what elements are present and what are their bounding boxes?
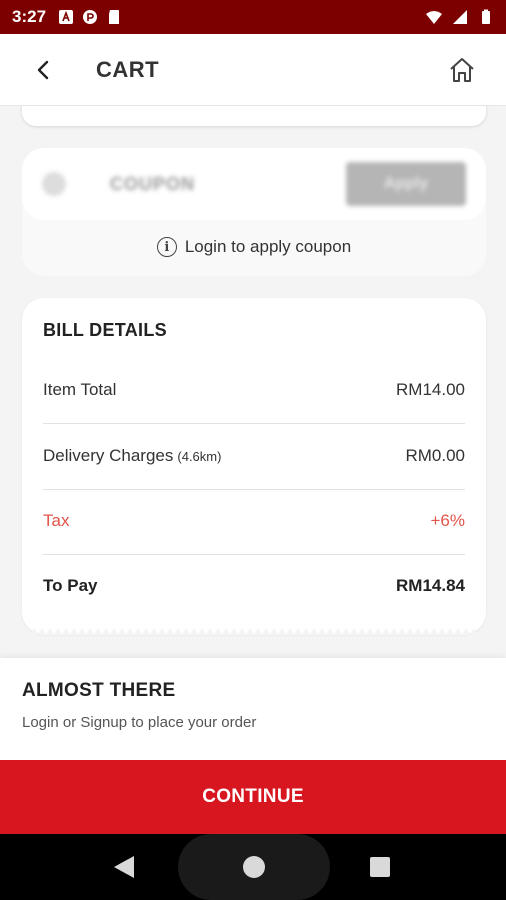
bill-value: RM0.00 [405, 446, 465, 465]
login-to-apply-coupon[interactable]: i Login to apply coupon [22, 232, 486, 262]
login-prompt-sheet: ALMOST THERE Login or Signup to place yo… [0, 658, 506, 760]
bill-label: Tax [43, 511, 70, 530]
status-icons-right [426, 9, 494, 25]
bill-details-card: BILL DETAILS Item Total RM14.00 Delivery… [22, 298, 486, 635]
sheet-subtitle: Login or Signup to place your order [22, 714, 257, 731]
font-icon [59, 10, 74, 24]
nav-home-icon[interactable] [243, 856, 265, 878]
battery-icon [482, 9, 490, 24]
page-title: CART [96, 56, 160, 82]
receipt-edge [22, 628, 486, 635]
at-icon [83, 10, 98, 24]
info-icon: i [156, 237, 177, 257]
bill-label: Item Total [43, 380, 117, 399]
status-time: 3:27 [12, 7, 47, 26]
bill-label: Delivery Charges [43, 446, 174, 465]
bill-title: BILL DETAILS [43, 320, 167, 340]
bill-value: +6% [430, 511, 466, 530]
coupon-input: COUPON [110, 173, 196, 194]
nav-back-icon[interactable] [114, 856, 134, 878]
bill-divider [43, 554, 465, 555]
signal-icon [453, 10, 467, 24]
coupon-icon [42, 172, 66, 196]
sd-card-icon [109, 10, 120, 24]
continue-button[interactable]: CONTINUE [0, 760, 506, 834]
home-button[interactable] [432, 34, 492, 106]
back-button[interactable] [14, 34, 74, 106]
status-bar: 3:27 [0, 0, 506, 34]
coupon-card: COUPON Apply i Login to apply coupon [22, 148, 486, 276]
nav-recents-icon[interactable] [370, 857, 390, 877]
bill-row-tax: Tax +6% [43, 501, 465, 541]
bill-row-delivery: Delivery Charges (4.6km) RM0.00 [43, 436, 465, 476]
status-icons-left [58, 9, 122, 25]
delivery-distance: (4.6km) [177, 448, 222, 464]
bill-divider [43, 489, 465, 490]
app-header: CART [0, 34, 506, 106]
previous-card [22, 106, 486, 126]
bill-row-item-total: Item Total RM14.00 [43, 370, 465, 410]
apply-coupon-button: Apply [346, 162, 466, 206]
wifi-icon [426, 11, 442, 24]
back-chevron-icon [37, 60, 49, 79]
bill-row-to-pay: To Pay RM14.84 [43, 566, 465, 606]
bill-value: RM14.00 [396, 380, 465, 399]
coupon-input-row: COUPON Apply [22, 148, 486, 220]
cart-content[interactable]: COUPON Apply i Login to apply coupon BIL… [0, 106, 506, 658]
system-nav-bar [0, 834, 506, 900]
sheet-title: ALMOST THERE [22, 680, 176, 701]
home-icon [450, 57, 474, 82]
bill-value: RM14.84 [396, 576, 465, 595]
bill-label: To Pay [43, 576, 98, 595]
bill-divider [43, 423, 465, 424]
login-coupon-text: Login to apply coupon [184, 237, 352, 256]
